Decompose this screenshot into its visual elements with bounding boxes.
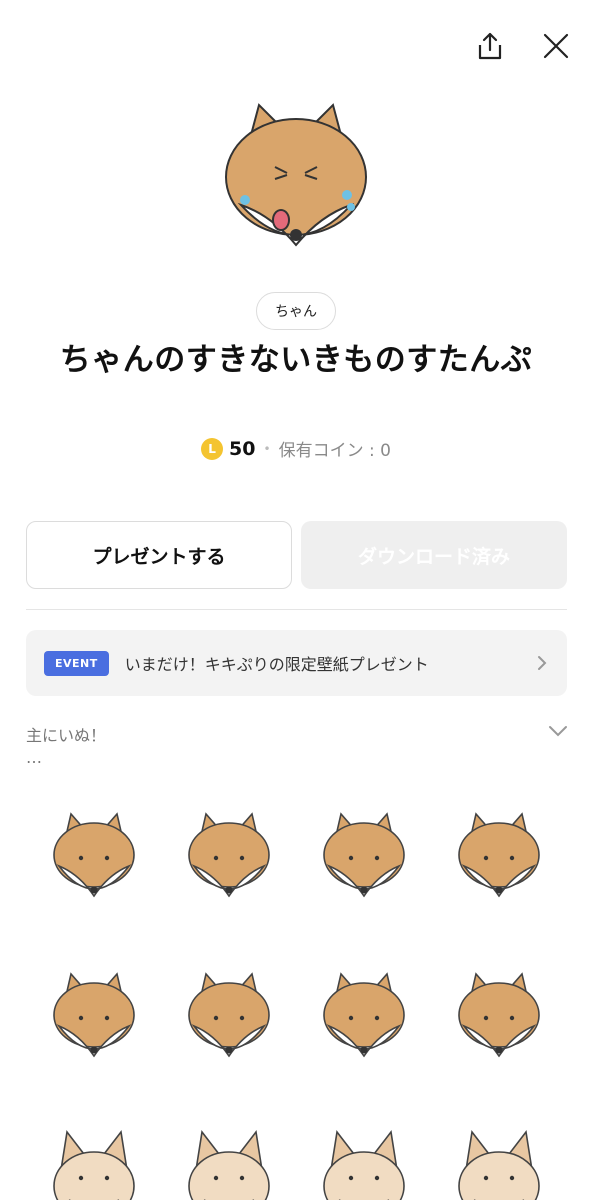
price-row: L 50 • 保有コイン : 0 xyxy=(0,436,592,461)
dog-arms-up-sticker[interactable] xyxy=(161,940,296,1090)
dog-humming-sticker[interactable] xyxy=(26,1100,161,1200)
author-chip[interactable]: ちゃん xyxy=(256,292,336,330)
dog-tongue-out-sticker[interactable] xyxy=(432,940,567,1090)
line-coin-icon: L xyxy=(201,437,224,460)
event-text: いまだけ！キキぷりの限定壁紙プレゼント xyxy=(124,655,429,674)
gift-button[interactable]: プレゼントする xyxy=(26,521,292,589)
dog-crying-sticker[interactable] xyxy=(432,780,567,930)
main-sticker-image xyxy=(0,95,592,265)
chevron-right-icon xyxy=(535,656,549,670)
separator: • xyxy=(263,441,271,456)
dog-eating-bread-sticker[interactable] xyxy=(297,1100,432,1200)
author-name: ちゃん xyxy=(275,304,317,320)
divider xyxy=(26,609,567,610)
dog-tongue-sticker[interactable] xyxy=(26,780,161,930)
share-icon[interactable] xyxy=(472,28,508,64)
coin-symbol: L xyxy=(208,441,216,456)
close-icon[interactable] xyxy=(538,28,574,64)
dog-sad-sticker[interactable] xyxy=(161,1100,296,1200)
download-button[interactable]: ダウンロード済み xyxy=(301,521,567,589)
owned-coins: 保有コイン : 0 xyxy=(278,441,391,461)
dog-angry-sticker[interactable] xyxy=(161,780,296,930)
sticker-title: ちゃんのすきないきものすたんぷ xyxy=(59,342,533,378)
dog-question-sticker[interactable] xyxy=(432,1100,567,1200)
event-banner[interactable]: EVENT いまだけ！キキぷりの限定壁紙プレゼント xyxy=(26,630,567,696)
chevron-down-icon[interactable] xyxy=(548,722,568,741)
description-text: 主にいぬ！ xyxy=(26,726,107,745)
dog-confused-sticker[interactable] xyxy=(297,780,432,930)
top-bar xyxy=(472,28,574,64)
event-badge: EVENT xyxy=(44,650,109,676)
price-amount: 50 xyxy=(229,437,256,460)
sticker-grid xyxy=(26,780,567,1200)
dog-shivering-sticker[interactable] xyxy=(26,940,161,1090)
dog-running-sticker[interactable] xyxy=(297,940,432,1090)
description-more: … xyxy=(26,748,42,767)
